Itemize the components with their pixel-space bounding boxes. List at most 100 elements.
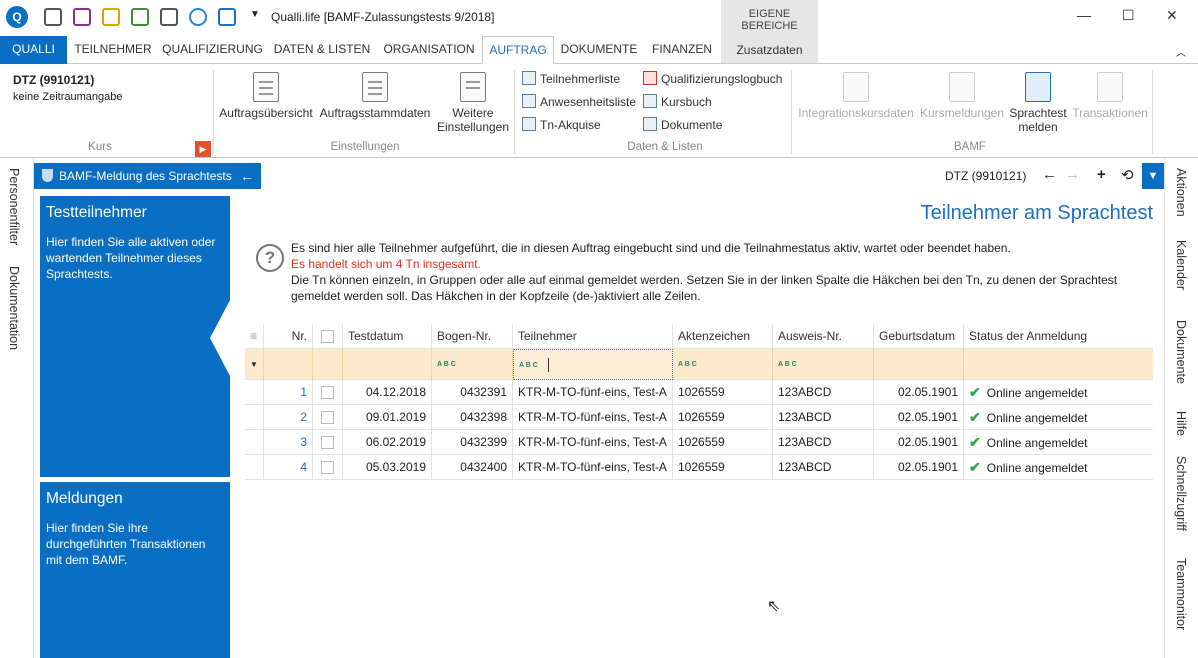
- header-nr[interactable]: Nr.: [264, 324, 313, 349]
- table-row[interactable]: 2 09.01.2019 0432398 KTR-M-TO-fünf-eins,…: [245, 405, 1153, 430]
- calendar-icon[interactable]: [160, 8, 178, 26]
- group-divider: [1152, 70, 1153, 154]
- cell-status: ✔ Online angemeldet: [964, 455, 1153, 480]
- cell-nr: 3: [264, 430, 313, 455]
- header-ausweis[interactable]: Ausweis-Nr.: [773, 324, 874, 349]
- table-row[interactable]: 4 05.03.2019 0432400 KTR-M-TO-fünf-eins,…: [245, 455, 1153, 480]
- header-geburtsdatum[interactable]: Geburtsdatum: [874, 324, 964, 349]
- nav-back-icon[interactable]: ←: [1042, 166, 1057, 183]
- kurs-title: DTZ (9910121): [13, 73, 95, 87]
- kursbuch-button[interactable]: Kursbuch: [643, 93, 712, 111]
- tab-qualifizierung[interactable]: QUALIFIZIERUNG: [159, 36, 266, 64]
- cell-geburtsdatum: 02.05.1901: [874, 405, 964, 430]
- cell-check[interactable]: [313, 455, 343, 480]
- weitere-einstellungen-button[interactable]: Weitere Einstellungen: [434, 72, 512, 134]
- back-arrow-icon[interactable]: ←: [240, 163, 254, 189]
- row-checkbox[interactable]: [321, 386, 334, 400]
- add-icon[interactable]: +: [1097, 166, 1106, 183]
- cell-nr: 2: [264, 405, 313, 430]
- attendance-icon: [522, 94, 536, 108]
- row-indicator: [245, 380, 264, 405]
- integrationskursdaten-button[interactable]: Integrationskursdaten: [795, 72, 917, 120]
- row-checkbox[interactable]: [321, 436, 334, 450]
- qualifizierungslogbuch-button[interactable]: Qualifizierungslogbuch: [643, 70, 782, 88]
- sidebar-dokumentation[interactable]: Dokumentation: [7, 266, 21, 350]
- sidebar-schnellzugriff[interactable]: Schnellzugriff: [1174, 456, 1188, 531]
- header-teilnehmer[interactable]: Teilnehmer: [513, 324, 673, 349]
- reload-icon[interactable]: ⟲: [1121, 166, 1134, 184]
- tab-daten-listen[interactable]: DATEN & LISTEN: [269, 36, 375, 64]
- collapse-ribbon-icon[interactable]: ︿: [1176, 44, 1186, 59]
- cell-ausweis: 123ABCD: [773, 405, 874, 430]
- tab-dokumente[interactable]: DOKUMENTE: [556, 36, 642, 64]
- home-icon[interactable]: [218, 8, 236, 26]
- info-count: Es handelt sich um 4 Tn insgesamt.: [291, 257, 481, 271]
- minimize-button[interactable]: —: [1077, 7, 1091, 23]
- cell-check[interactable]: [313, 380, 343, 405]
- filter-status[interactable]: [964, 349, 1153, 380]
- header-bogen[interactable]: Bogen-Nr.: [432, 324, 513, 349]
- cell-check[interactable]: [313, 405, 343, 430]
- auftragsuebersicht-button[interactable]: Auftragsübersicht: [217, 72, 315, 120]
- card-testteilnehmer[interactable]: Testteilnehmer Hier finden Sie alle akti…: [40, 196, 230, 477]
- sidebar-teammonitor[interactable]: Teammonitor: [1174, 558, 1188, 630]
- header-status[interactable]: Status der Anmeldung: [964, 324, 1153, 349]
- tab-finanzen[interactable]: FINANZEN: [645, 36, 719, 64]
- cell-check[interactable]: [313, 430, 343, 455]
- table-row[interactable]: 1 04.12.2018 0432391 KTR-M-TO-fünf-eins,…: [245, 380, 1153, 405]
- sidebar-personenfilter[interactable]: Personenfilter: [7, 168, 21, 245]
- transaktionen-button[interactable]: Transaktionen: [1070, 72, 1150, 120]
- sidebar-dokumente[interactable]: Dokumente: [1174, 320, 1188, 384]
- sprachtest-melden-button[interactable]: Sprachtest melden: [1007, 72, 1069, 134]
- nav-forward-icon[interactable]: →: [1065, 166, 1080, 183]
- filter-ausweis[interactable]: A B C: [773, 349, 874, 380]
- filter-geburtsdatum[interactable]: [874, 349, 964, 380]
- column-chooser-icon[interactable]: ≡: [245, 324, 264, 349]
- status-text: Online angemeldet: [986, 461, 1088, 475]
- info-text: Es sind hier alle Teilnehmer aufgeführt,…: [291, 240, 1131, 304]
- header-testdatum[interactable]: Testdatum: [343, 324, 432, 349]
- row-checkbox[interactable]: [321, 411, 334, 425]
- table-row[interactable]: 3 06.02.2019 0432399 KTR-M-TO-fünf-eins,…: [245, 430, 1153, 455]
- filter-nr[interactable]: [264, 349, 313, 380]
- sidebar-aktionen[interactable]: Aktionen: [1174, 168, 1188, 217]
- kursmeldungen-button[interactable]: Kursmeldungen: [918, 72, 1006, 120]
- tab-auftrag[interactable]: AUFTRAG: [482, 36, 554, 64]
- teilnehmerliste-button[interactable]: Teilnehmerliste: [522, 70, 620, 88]
- filter-teilnehmer[interactable]: A B C: [513, 349, 673, 380]
- kurs-launcher-icon[interactable]: ▶: [195, 141, 211, 157]
- cell-ausweis: 123ABCD: [773, 455, 874, 480]
- tab-qualli[interactable]: QUALLI: [0, 36, 67, 64]
- panel-title-bar: BAMF-Meldung des Sprachtests: [34, 163, 261, 189]
- cell-bogen: 0432398: [432, 405, 513, 430]
- refresh-icon[interactable]: [189, 8, 207, 26]
- print-icon[interactable]: [44, 8, 62, 26]
- maximize-button[interactable]: ☐: [1122, 7, 1135, 24]
- sidebar-hilfe[interactable]: Hilfe: [1174, 411, 1188, 436]
- cell-status: ✔ Online angemeldet: [964, 380, 1153, 405]
- lock-icon[interactable]: [102, 8, 120, 26]
- app-logo-icon[interactable]: Q: [6, 6, 28, 28]
- row-checkbox[interactable]: [321, 461, 334, 475]
- card-meldungen[interactable]: Meldungen Hier finden Sie ihre durchgefü…: [40, 482, 230, 658]
- filter-testdatum[interactable]: [343, 349, 432, 380]
- customize-toolbar-icon[interactable]: ▼: [250, 9, 260, 20]
- save-icon[interactable]: [73, 8, 91, 26]
- header-select-all[interactable]: [313, 324, 343, 349]
- tab-organisation[interactable]: ORGANISATION: [378, 36, 480, 64]
- dokumente-button[interactable]: Dokumente: [643, 116, 722, 134]
- cell-testdatum: 05.03.2019: [343, 455, 432, 480]
- tn-akquise-button[interactable]: Tn-Akquise: [522, 116, 601, 134]
- anwesenheitsliste-button[interactable]: Anwesenheitsliste: [522, 93, 636, 111]
- select-all-checkbox[interactable]: [321, 330, 334, 344]
- export-icon[interactable]: [131, 8, 149, 26]
- sidebar-kalender[interactable]: Kalender: [1174, 240, 1188, 290]
- dokumente-label: Dokumente: [661, 118, 723, 132]
- dropdown-icon[interactable]: ▼: [1142, 163, 1164, 189]
- filter-aktenzeichen[interactable]: A B C: [673, 349, 773, 380]
- tab-teilnehmer[interactable]: TEILNEHMER: [70, 36, 156, 64]
- header-aktenzeichen[interactable]: Aktenzeichen: [673, 324, 773, 349]
- close-button[interactable]: ✕: [1166, 7, 1178, 24]
- filter-bogen[interactable]: A B C: [432, 349, 513, 380]
- auftragsstammdaten-button[interactable]: Auftragsstammdaten: [318, 72, 432, 120]
